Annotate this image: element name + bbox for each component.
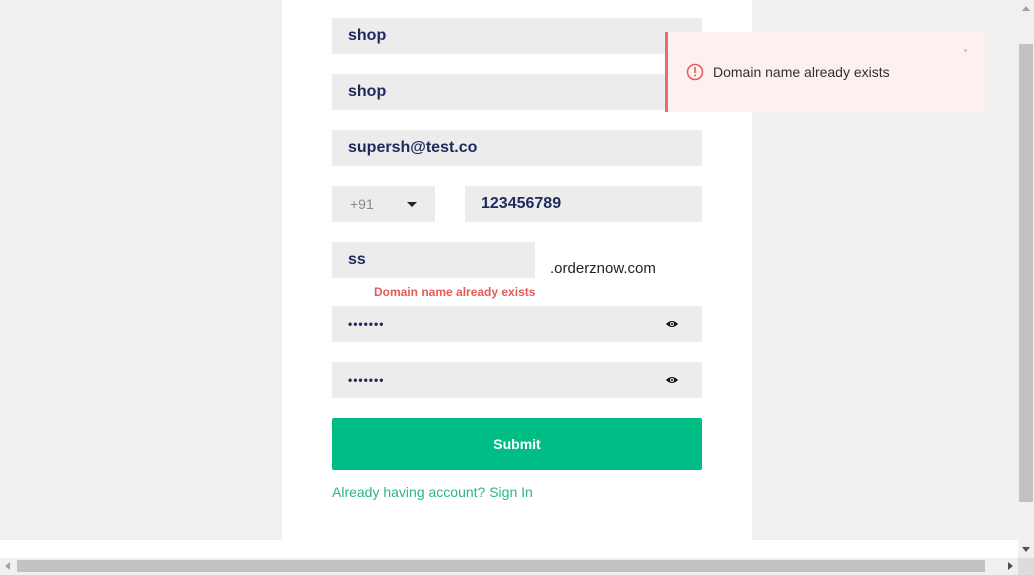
password-value: ••••••• xyxy=(348,317,385,331)
domain-error-message: Domain name already exists xyxy=(374,285,536,299)
chevron-down-icon xyxy=(407,202,417,207)
scrollbar-corner xyxy=(1018,558,1034,575)
scroll-down-arrow-icon[interactable] xyxy=(1022,547,1030,552)
horizontal-scroll-thumb[interactable] xyxy=(17,560,985,572)
scroll-left-arrow-icon[interactable] xyxy=(5,562,10,570)
sign-in-link[interactable]: Already having account? Sign In xyxy=(332,484,533,500)
country-code-select[interactable]: +91 xyxy=(332,186,435,222)
email-input[interactable]: supersh@test.co xyxy=(332,130,702,166)
info-circle-icon xyxy=(686,63,704,81)
confirm-password-value: ••••••• xyxy=(348,373,385,387)
domain-suffix: .orderznow.com xyxy=(550,260,656,277)
password-input[interactable]: ••••••• xyxy=(332,306,702,342)
vertical-scroll-thumb[interactable] xyxy=(1019,44,1033,502)
country-code-value: +91 xyxy=(350,196,374,212)
scroll-up-arrow-icon[interactable] xyxy=(1022,6,1030,11)
toast-message: Domain name already exists xyxy=(713,64,890,80)
domain-input[interactable]: ss xyxy=(332,242,535,278)
submit-button[interactable]: Submit xyxy=(332,418,702,470)
close-icon[interactable] xyxy=(964,49,967,52)
horizontal-scrollbar[interactable] xyxy=(0,558,1034,575)
error-toast: Domain name already exists xyxy=(665,32,985,112)
eye-icon[interactable] xyxy=(666,375,678,385)
scroll-right-arrow-icon[interactable] xyxy=(1008,562,1013,570)
confirm-password-input[interactable]: ••••••• xyxy=(332,362,702,398)
phone-input[interactable]: 123456789 xyxy=(465,186,702,222)
page-background-strip xyxy=(0,540,1018,558)
vertical-scrollbar[interactable] xyxy=(1018,0,1034,558)
last-name-input[interactable]: shop xyxy=(332,74,702,110)
first-name-input[interactable]: shop xyxy=(332,18,702,54)
eye-icon[interactable] xyxy=(666,319,678,329)
